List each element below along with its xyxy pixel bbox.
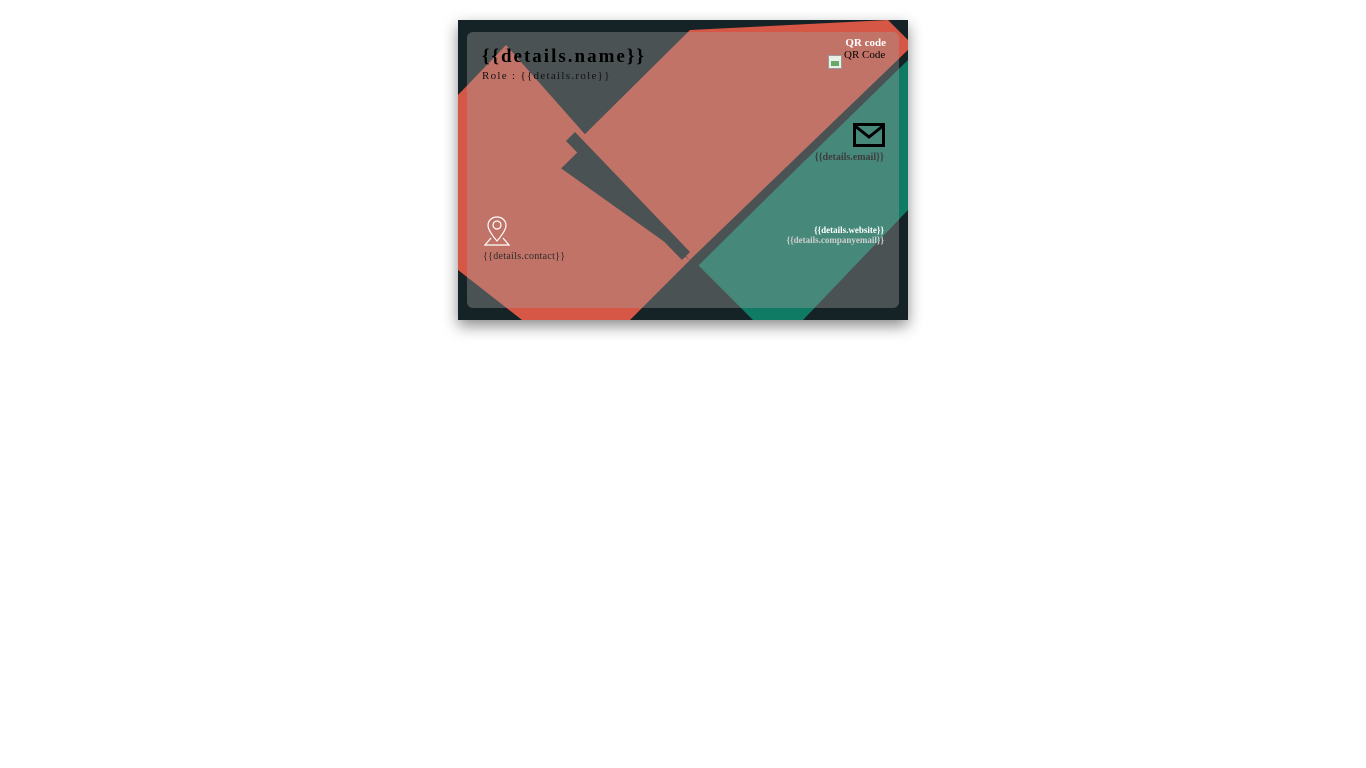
card-role: Role: {{details.role}} [482,70,611,82]
location-pin-icon [483,216,511,246]
card-contact[interactable]: {{details.contact}} [483,251,565,262]
role-separator: : [511,70,517,82]
card-company-email[interactable]: {{details.companyemail}} [787,235,884,245]
qr-code-image: QR Code [828,49,886,69]
qr-code-label: QR code [845,37,886,49]
mail-icon [853,123,885,147]
card-website[interactable]: {{details.website}} [814,225,884,235]
qr-code-alt-text: QR Code [844,49,886,61]
role-value: {{details.role}} [520,70,611,82]
role-label: Role [482,70,508,82]
card-name: {{details.name}} [482,46,646,67]
business-card: {{details.name}} Role: {{details.role}} Q… [458,20,908,320]
card-email[interactable]: {{details.email}} [815,152,884,163]
broken-image-icon [828,55,842,69]
